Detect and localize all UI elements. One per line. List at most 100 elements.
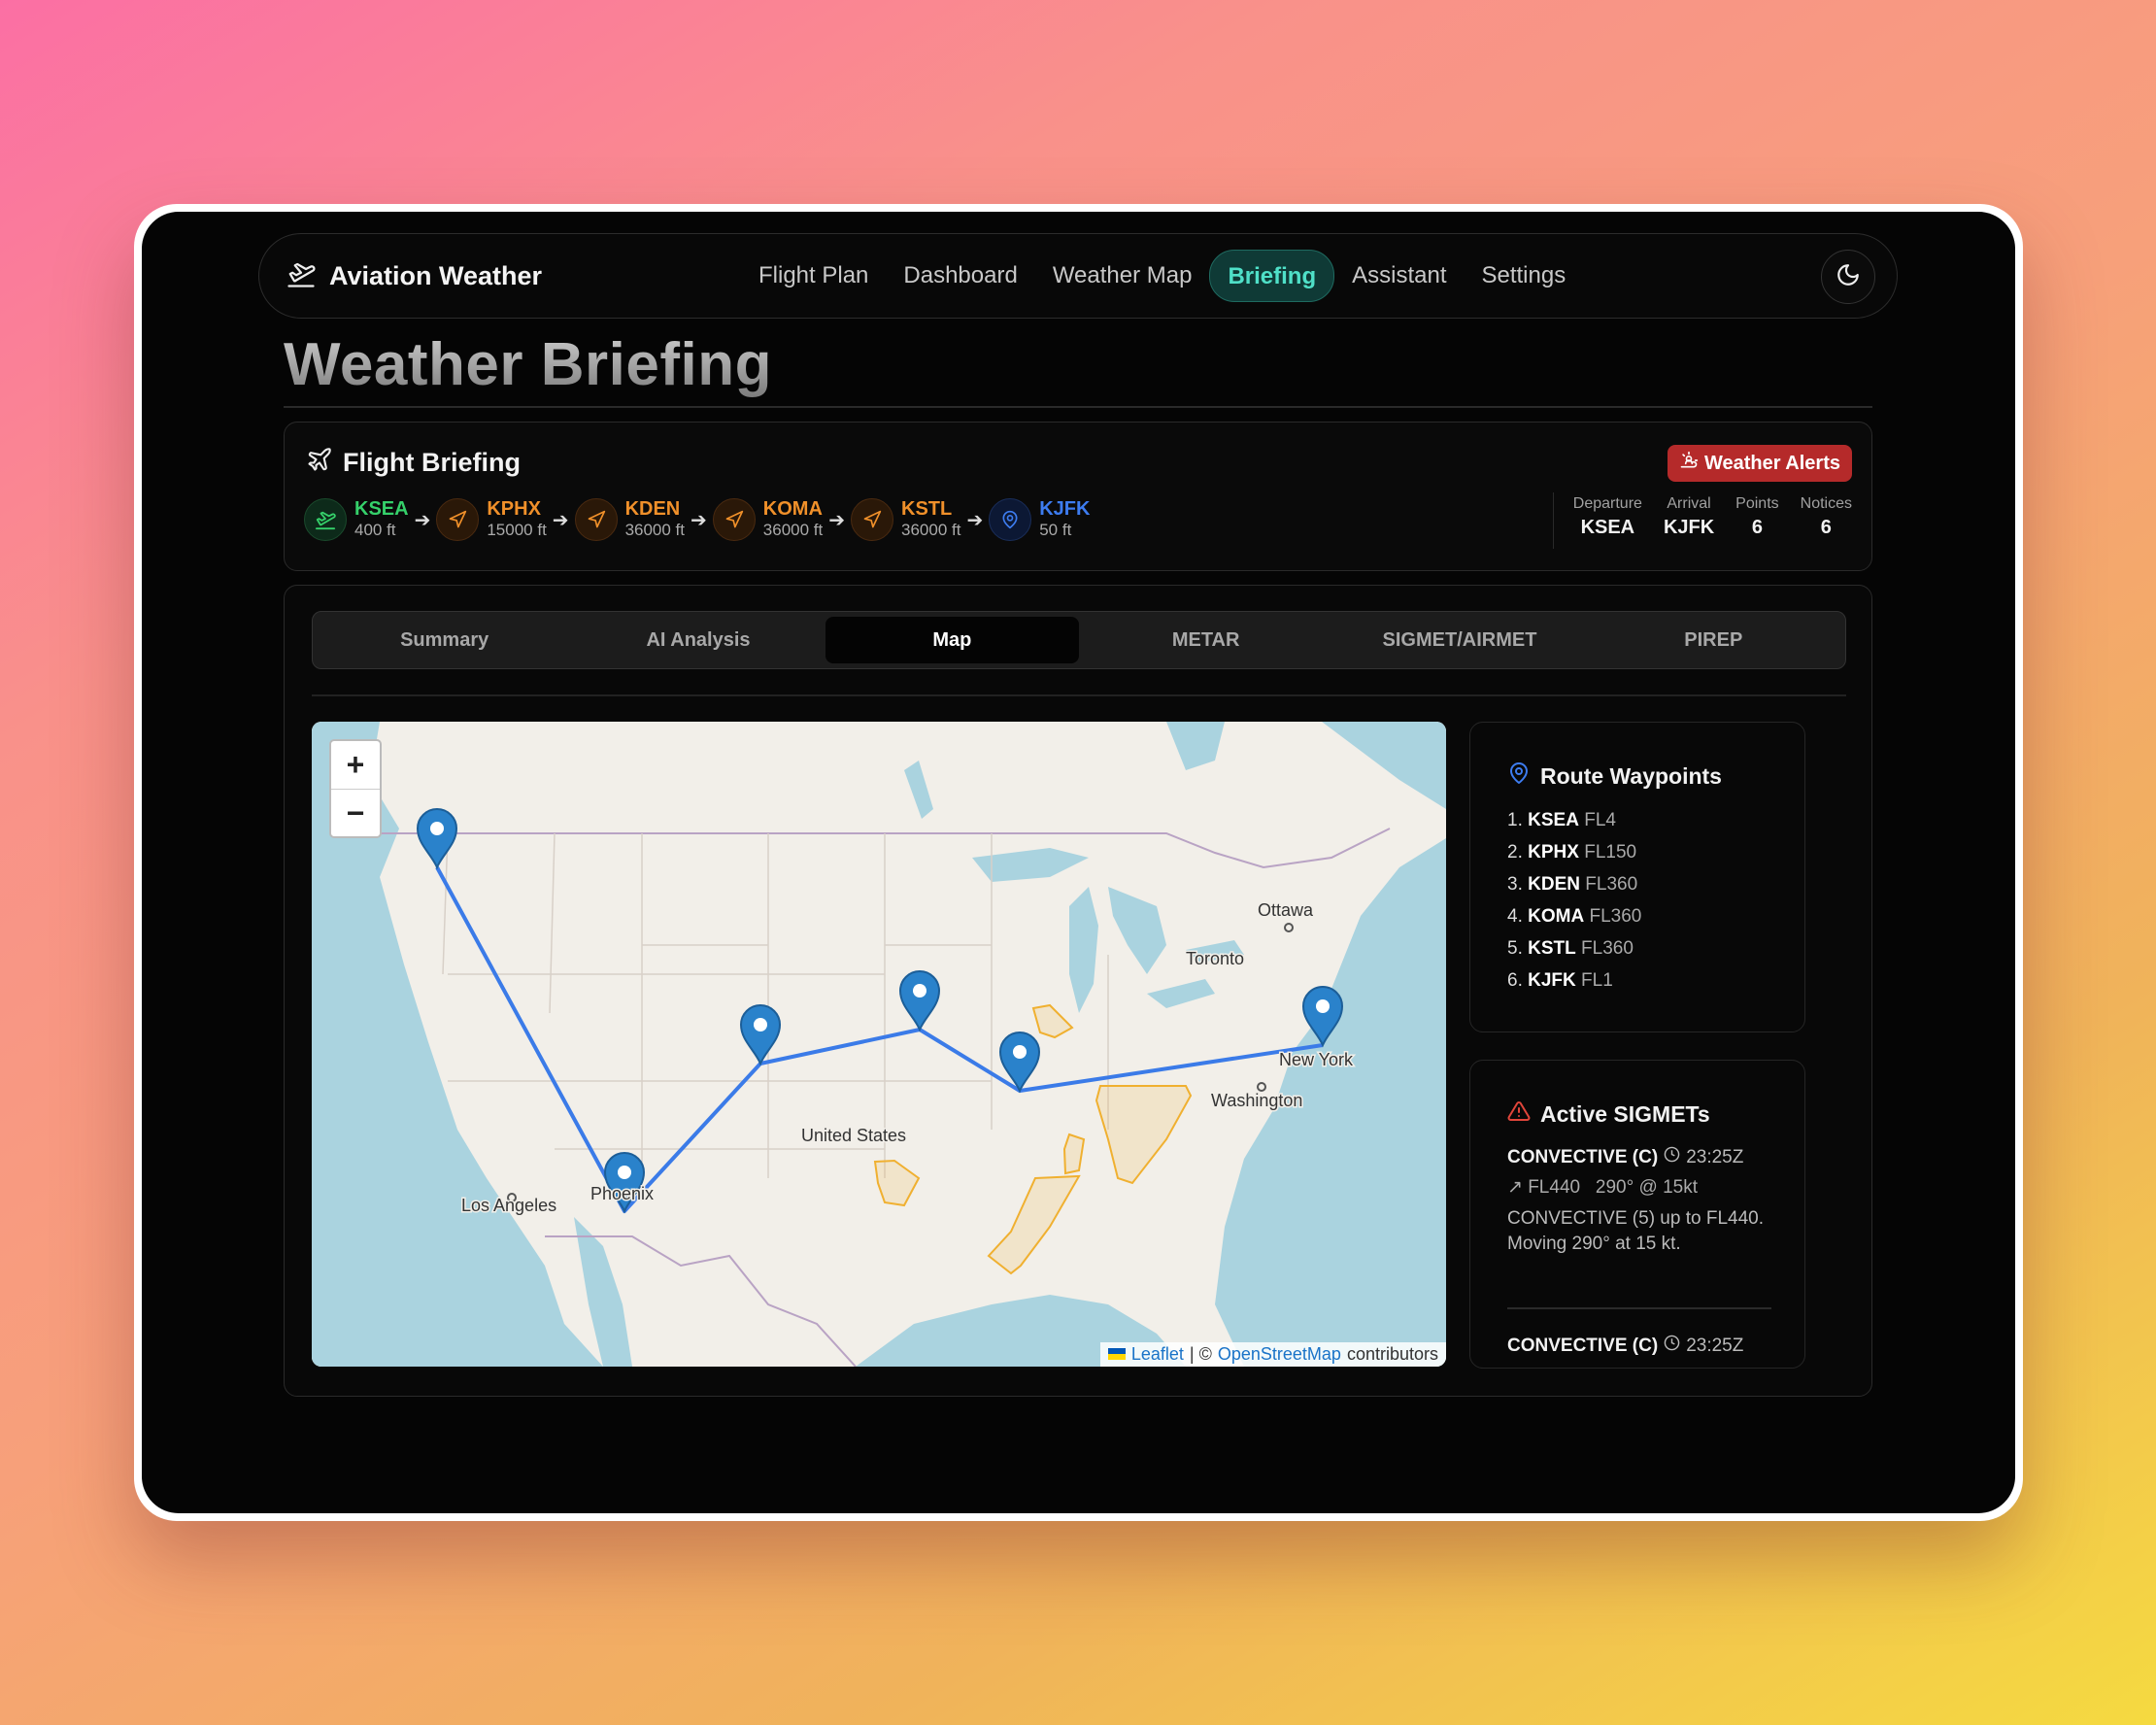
route-waypoint-kstl[interactable]: KSTL 36000 ft	[851, 498, 960, 541]
stat-label: Departure	[1572, 495, 1642, 512]
app-window: Aviation Weather Flight Plan Dashboard W…	[142, 212, 2015, 1513]
item-code: KDEN	[1528, 874, 1580, 895]
item-code: KPHX	[1528, 842, 1579, 862]
weather-alerts-label: Weather Alerts	[1703, 452, 1840, 474]
plane-takeoff-icon	[286, 259, 316, 293]
page-title: Weather Briefing	[284, 331, 772, 398]
waypoint-code: KOMA	[762, 498, 823, 520]
nav-briefing[interactable]: Briefing	[1209, 250, 1335, 302]
top-navbar: Aviation Weather Flight Plan Dashboard W…	[258, 233, 1898, 319]
weather-alerts-badge[interactable]: Weather Alerts	[1667, 445, 1852, 482]
nav-weather-map[interactable]: Weather Map	[1035, 250, 1210, 302]
sigmets-panel-header: Active SIGMETs	[1507, 1099, 1710, 1129]
map-label-los-angeles: Los Angeles	[461, 1196, 556, 1215]
list-item[interactable]: 2. KPHX FL150	[1507, 836, 1641, 868]
nav-flight-plan[interactable]: Flight Plan	[741, 250, 886, 302]
nav-dashboard[interactable]: Dashboard	[886, 250, 1034, 302]
nav-links: Flight Plan Dashboard Weather Map Briefi…	[741, 250, 1583, 302]
map-pin-icon	[989, 498, 1032, 541]
map-label-ottawa: Ottawa	[1258, 900, 1314, 920]
map-label-united-states: United States	[801, 1126, 906, 1145]
waypoint-altitude: 36000 ft	[762, 521, 824, 539]
list-item[interactable]: 3. KDEN FL360	[1507, 868, 1641, 900]
stat-label: Notices	[1800, 495, 1852, 512]
item-level: FL360	[1581, 938, 1634, 959]
stat-value: KSEA	[1580, 517, 1635, 538]
arrow-right-icon: ➔	[966, 509, 984, 531]
tab-metar[interactable]: METAR	[1079, 617, 1332, 663]
waypoint-code: KSEA	[354, 498, 409, 520]
flight-briefing-card: Flight Briefing Weather Alerts KSEA 400 f…	[284, 422, 1872, 571]
item-number: 6.	[1507, 970, 1523, 991]
tab-summary[interactable]: Summary	[318, 617, 571, 663]
sigmets-panel-title: Active SIGMETs	[1540, 1100, 1710, 1127]
briefing-stats: Departure KSEA Arrival KJFK Points 6 Notice…	[1552, 492, 1852, 549]
list-item[interactable]: 5. KSTL FL360	[1507, 932, 1641, 964]
item-number: 5.	[1507, 938, 1523, 959]
stat-value: KJFK	[1663, 517, 1715, 538]
map-canvas[interactable]: Ottawa Toronto New York Washington Unite…	[312, 722, 1446, 1367]
item-code: KSTL	[1528, 938, 1576, 959]
waypoints-panel-header: Route Waypoints	[1507, 761, 1722, 791]
map-attribution: Leaflet | © OpenStreetMap contributors	[1099, 1342, 1446, 1367]
route-waypoint-koma[interactable]: KOMA 36000 ft	[712, 498, 824, 541]
map-label-new-york: New York	[1279, 1050, 1354, 1069]
briefing-title: Flight Briefing	[343, 448, 521, 477]
stat-departure: Departure KSEA	[1573, 492, 1642, 549]
sigmet-item[interactable]: CONVECTIVE (C) 23:25Z ↗ FL440 290° @ 15k…	[1507, 1146, 1771, 1257]
tab-ai-analysis[interactable]: AI Analysis	[571, 617, 825, 663]
stat-label: Points	[1735, 495, 1779, 512]
waypoint-altitude: 15000 ft	[487, 521, 547, 539]
stat-value: 6	[1751, 517, 1763, 538]
theme-toggle-button[interactable]	[1821, 250, 1875, 304]
arrow-up-right-icon: ↗	[1507, 1177, 1523, 1198]
waypoint-code: KJFK	[1039, 498, 1091, 520]
tabs-divider	[312, 694, 1846, 696]
route-waypoint-kphx[interactable]: KPHX 15000 ft	[436, 498, 547, 541]
list-item[interactable]: 6. KJFK FL1	[1507, 964, 1641, 997]
route-waypoint-ksea[interactable]: KSEA 400 ft	[304, 498, 409, 541]
attribution-separator: | ©	[1189, 1344, 1212, 1364]
item-number: 4.	[1507, 906, 1523, 927]
sigmet-item[interactable]: CONVECTIVE (C) 23:25Z	[1507, 1335, 1771, 1357]
sigmet-header: CONVECTIVE (C) 23:25Z	[1507, 1335, 1771, 1357]
stat-arrival: Arrival KJFK	[1664, 492, 1714, 549]
tab-sigmet-airmet[interactable]: SIGMET/AIRMET	[1332, 617, 1586, 663]
nav-settings[interactable]: Settings	[1464, 250, 1583, 302]
sigmet-header: CONVECTIVE (C) 23:25Z	[1507, 1146, 1771, 1168]
route-waypoint-kden[interactable]: KDEN 36000 ft	[574, 498, 685, 541]
arrow-right-icon: ➔	[552, 509, 569, 531]
sigmet-description: CONVECTIVE (5) up to FL440. Moving 290° …	[1507, 1208, 1764, 1254]
tab-pirep[interactable]: PIREP	[1587, 617, 1840, 663]
title-divider	[284, 406, 1872, 408]
warning-triangle-icon	[1507, 1099, 1531, 1129]
zoom-out-button[interactable]: −	[331, 790, 380, 837]
brand[interactable]: Aviation Weather	[286, 259, 542, 293]
route-map[interactable]: Ottawa Toronto New York Washington Unite…	[312, 722, 1446, 1367]
route-waypoint-kjfk[interactable]: KJFK 50 ft	[989, 498, 1090, 541]
sigmet-level: FL440	[1528, 1177, 1581, 1198]
leaflet-link[interactable]: Leaflet	[1131, 1344, 1184, 1365]
item-level: FL360	[1585, 874, 1638, 895]
clock-icon	[1664, 1146, 1680, 1168]
arrow-right-icon: ➔	[691, 509, 707, 531]
clock-icon	[1664, 1335, 1680, 1357]
list-item[interactable]: 4. KOMA FL360	[1507, 900, 1641, 932]
attribution-suffix: contributors	[1346, 1344, 1438, 1364]
list-item[interactable]: 1. KSEA FL4	[1507, 804, 1641, 836]
openstreetmap-link[interactable]: OpenStreetMap	[1218, 1344, 1341, 1365]
navigation-icon	[851, 498, 893, 541]
nav-assistant[interactable]: Assistant	[1334, 250, 1464, 302]
sigmet-type: CONVECTIVE (C)	[1507, 1146, 1659, 1167]
sigmet-time: 23:25Z	[1686, 1146, 1744, 1167]
brand-name: Aviation Weather	[329, 261, 543, 290]
waypoint-altitude: 50 ft	[1039, 521, 1072, 539]
briefing-content-card: Summary AI Analysis Map METAR SIGMET/AIR…	[284, 585, 1872, 1397]
zoom-in-button[interactable]: +	[331, 741, 380, 789]
map-label-phoenix: Phoenix	[590, 1184, 654, 1203]
arrow-right-icon: ➔	[414, 509, 431, 531]
tab-map[interactable]: Map	[825, 617, 1079, 663]
sigmet-direction: 290° @ 15kt	[1595, 1177, 1698, 1198]
navigation-icon	[712, 498, 756, 541]
map-label-toronto: Toronto	[1186, 949, 1244, 968]
